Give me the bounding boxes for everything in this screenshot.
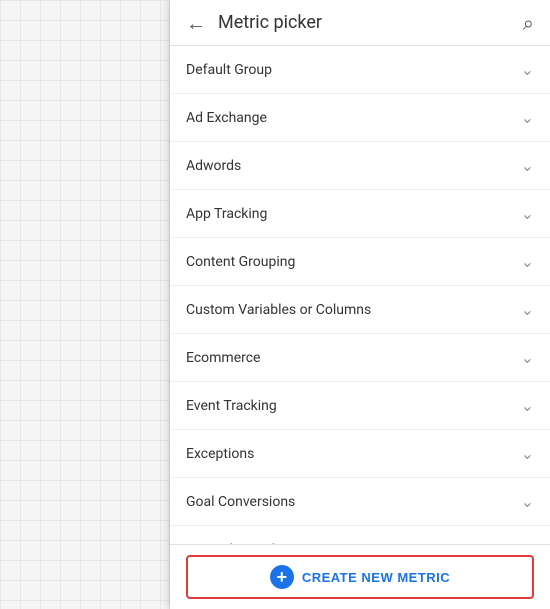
chevron-down-icon: ⌄ bbox=[521, 492, 534, 511]
chevron-down-icon: ⌄ bbox=[521, 60, 534, 79]
menu-item-label: Default Group bbox=[186, 62, 272, 78]
menu-item[interactable]: Default Group ⌄ bbox=[170, 46, 550, 94]
chevron-down-icon: ⌄ bbox=[521, 204, 534, 223]
menu-item-label: Ecommerce bbox=[186, 350, 260, 366]
menu-item-label: Goal Conversions bbox=[186, 494, 295, 510]
back-button[interactable]: ← bbox=[186, 13, 206, 33]
menu-item[interactable]: Event Tracking ⌄ bbox=[170, 382, 550, 430]
menu-item[interactable]: Ecommerce ⌄ bbox=[170, 334, 550, 382]
header-left: ← Metric picker bbox=[186, 12, 322, 33]
chevron-down-icon: ⌄ bbox=[521, 108, 534, 127]
menu-item-label: App Tracking bbox=[186, 206, 267, 222]
menu-item[interactable]: Goal Conversions ⌄ bbox=[170, 478, 550, 526]
chevron-down-icon: ⌄ bbox=[521, 396, 534, 415]
menu-item[interactable]: Custom Variables or Columns ⌄ bbox=[170, 286, 550, 334]
chevron-down-icon: ⌄ bbox=[521, 444, 534, 463]
chevron-down-icon: ⌄ bbox=[521, 300, 534, 319]
menu-item[interactable]: Ad Exchange ⌄ bbox=[170, 94, 550, 142]
chevron-down-icon: ⌄ bbox=[521, 156, 534, 175]
chevron-down-icon: ⌄ bbox=[521, 348, 534, 367]
menu-item-label: Exceptions bbox=[186, 446, 254, 462]
menu-item[interactable]: Content Grouping ⌄ bbox=[170, 238, 550, 286]
create-new-metric-label: CREATE NEW METRIC bbox=[302, 570, 450, 585]
menu-item-label: Adwords bbox=[186, 158, 241, 174]
chevron-down-icon: ⌄ bbox=[521, 252, 534, 271]
search-icon[interactable]: ⌕ bbox=[523, 13, 534, 33]
menu-item[interactable]: Adwords ⌄ bbox=[170, 142, 550, 190]
menu-item-label: Content Grouping bbox=[186, 254, 295, 270]
menu-item[interactable]: Internal Search⌄ bbox=[170, 526, 550, 544]
menu-item-label: Ad Exchange bbox=[186, 110, 267, 126]
right-panel: ← Metric picker ⌕ Default Group⌄Ad Excha… bbox=[170, 0, 550, 609]
menu-item[interactable]: App Tracking ⌄ bbox=[170, 190, 550, 238]
header-title: Metric picker bbox=[218, 12, 322, 33]
menu-item[interactable]: Exceptions ⌄ bbox=[170, 430, 550, 478]
metric-category-list: Default Group⌄Ad Exchange⌄Adwords⌄App Tr… bbox=[170, 46, 550, 544]
create-new-metric-button[interactable]: + CREATE NEW METRIC bbox=[186, 555, 534, 599]
footer: + CREATE NEW METRIC bbox=[170, 544, 550, 609]
plus-icon: + bbox=[270, 565, 294, 589]
menu-item-label: Event Tracking bbox=[186, 398, 277, 414]
left-panel bbox=[0, 0, 170, 609]
metric-picker-header: ← Metric picker ⌕ bbox=[170, 0, 550, 46]
menu-item-label: Custom Variables or Columns bbox=[186, 302, 371, 318]
